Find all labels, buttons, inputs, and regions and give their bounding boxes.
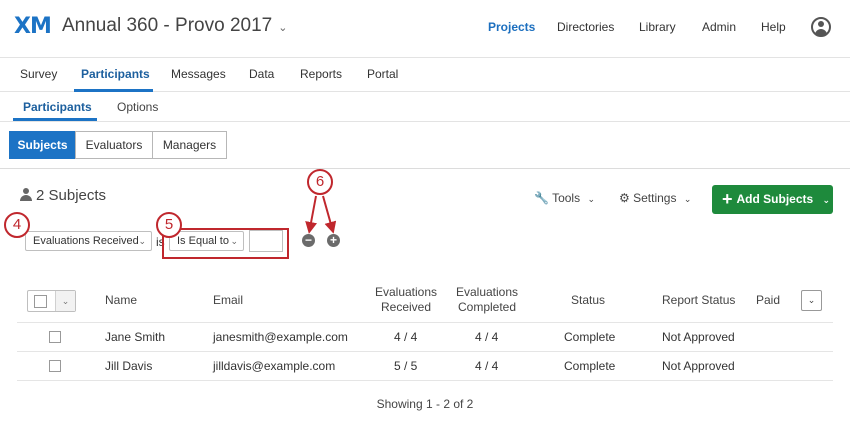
col-header-name[interactable]: Name bbox=[105, 293, 137, 308]
cell-name[interactable]: Jill Davis bbox=[105, 359, 152, 373]
chevron-down-icon: ⌄ bbox=[822, 195, 831, 205]
add-subjects-button[interactable]: + Add Subjects ⌄ bbox=[712, 185, 833, 214]
row-divider bbox=[17, 351, 833, 352]
subtab-participants[interactable]: Participants bbox=[23, 100, 92, 114]
subjects-count: 2 Subjects bbox=[20, 187, 106, 204]
col-header-eval-received[interactable]: Evaluations Received bbox=[365, 285, 447, 315]
select-all-checkbox[interactable]: ⌄ bbox=[27, 290, 76, 312]
active-subtab-indicator bbox=[13, 118, 97, 121]
person-icon bbox=[20, 188, 32, 201]
cell-email: janesmith@example.com bbox=[213, 330, 348, 344]
col-header-status[interactable]: Status bbox=[571, 293, 605, 308]
cell-report-status: Not Approved bbox=[662, 330, 735, 344]
gear-icon: ⚙ bbox=[619, 191, 630, 205]
settings-menu[interactable]: ⚙ Settings ⌄ bbox=[619, 191, 691, 205]
pagination-summary: Showing 1 - 2 of 2 bbox=[376, 397, 474, 411]
segment-managers[interactable]: Managers bbox=[152, 131, 227, 159]
nav-admin[interactable]: Admin bbox=[702, 20, 736, 34]
col-header-eval-completed-line1: Evaluations bbox=[455, 285, 519, 299]
nav-directories[interactable]: Directories bbox=[557, 20, 614, 34]
filter-field-select[interactable]: Evaluations Received ⌄ bbox=[25, 231, 152, 251]
project-tabs: Survey Participants Messages Data Report… bbox=[0, 58, 850, 92]
row-divider bbox=[17, 322, 833, 323]
chevron-down-icon[interactable]: ⌄ bbox=[55, 291, 75, 311]
col-header-eval-received-line2: Received bbox=[380, 300, 432, 314]
cell-status: Complete bbox=[564, 330, 616, 344]
settings-label: Settings bbox=[633, 191, 677, 205]
xm-logo[interactable]: XM bbox=[14, 14, 52, 39]
cell-completed: 4 / 4 bbox=[475, 359, 499, 373]
top-header: XM Annual 360 - Provo 2017 ⌄ Projects Dir… bbox=[0, 0, 850, 58]
nav-library[interactable]: Library bbox=[639, 20, 676, 34]
plus-icon: + bbox=[722, 189, 733, 209]
col-header-eval-received-line1: Evaluations bbox=[374, 285, 438, 299]
cell-received: 5 / 5 bbox=[394, 359, 418, 373]
chevron-down-icon: ⌄ bbox=[683, 194, 692, 204]
filter-field-value: Evaluations Received bbox=[33, 235, 139, 247]
column-options-dropdown[interactable]: ⌄ bbox=[801, 290, 822, 311]
tab-messages[interactable]: Messages bbox=[171, 67, 226, 81]
tools-label: Tools bbox=[552, 191, 581, 205]
col-header-eval-completed[interactable]: Evaluations Completed bbox=[446, 285, 528, 315]
tab-participants[interactable]: Participants bbox=[81, 67, 150, 81]
col-header-paid[interactable]: Paid bbox=[756, 293, 780, 308]
cell-email: jilldavis@example.com bbox=[213, 359, 336, 373]
col-header-report-status[interactable]: Report Status bbox=[662, 293, 735, 308]
tools-menu[interactable]: 🔧 Tools ⌄ bbox=[534, 191, 595, 205]
callout-4: 4 bbox=[4, 212, 30, 238]
nav-projects[interactable]: Projects bbox=[488, 20, 535, 34]
project-title: Annual 360 - Provo 2017 bbox=[62, 15, 273, 36]
checkbox-icon bbox=[34, 295, 47, 308]
nav-help[interactable]: Help bbox=[761, 20, 786, 34]
segment-evaluators[interactable]: Evaluators bbox=[75, 131, 153, 159]
row-checkbox[interactable] bbox=[49, 331, 61, 343]
chevron-down-icon: ⌄ bbox=[278, 22, 288, 34]
user-account-icon[interactable] bbox=[811, 17, 831, 37]
chevron-down-icon: ⌄ bbox=[138, 236, 146, 246]
row-divider bbox=[17, 380, 833, 381]
tab-portal[interactable]: Portal bbox=[367, 67, 398, 81]
callout-highlight-box bbox=[162, 228, 289, 259]
col-header-email[interactable]: Email bbox=[213, 293, 243, 308]
cell-completed: 4 / 4 bbox=[475, 330, 499, 344]
segment-subjects[interactable]: Subjects bbox=[9, 131, 76, 159]
tab-data[interactable]: Data bbox=[249, 67, 274, 81]
cell-received: 4 / 4 bbox=[394, 330, 418, 344]
callout-arrows bbox=[305, 195, 337, 234]
tab-reports[interactable]: Reports bbox=[300, 67, 342, 81]
subtab-options[interactable]: Options bbox=[117, 100, 158, 114]
cell-name[interactable]: Jane Smith bbox=[105, 330, 165, 344]
participants-subtabs: Participants Options bbox=[0, 92, 850, 122]
callout-5: 5 bbox=[156, 212, 182, 238]
row-checkbox[interactable] bbox=[49, 360, 61, 372]
cell-report-status: Not Approved bbox=[662, 359, 735, 373]
subjects-count-label: 2 Subjects bbox=[36, 187, 107, 204]
project-switcher[interactable]: Annual 360 - Provo 2017 ⌄ bbox=[62, 15, 287, 37]
chevron-down-icon: ⌄ bbox=[587, 194, 595, 204]
cell-status: Complete bbox=[564, 359, 616, 373]
tab-survey[interactable]: Survey bbox=[20, 67, 57, 81]
col-header-eval-completed-line2: Completed bbox=[457, 300, 517, 314]
section-divider bbox=[0, 168, 850, 169]
add-subjects-label: Add Subjects bbox=[736, 192, 814, 206]
wrench-icon: 🔧 bbox=[534, 191, 549, 205]
